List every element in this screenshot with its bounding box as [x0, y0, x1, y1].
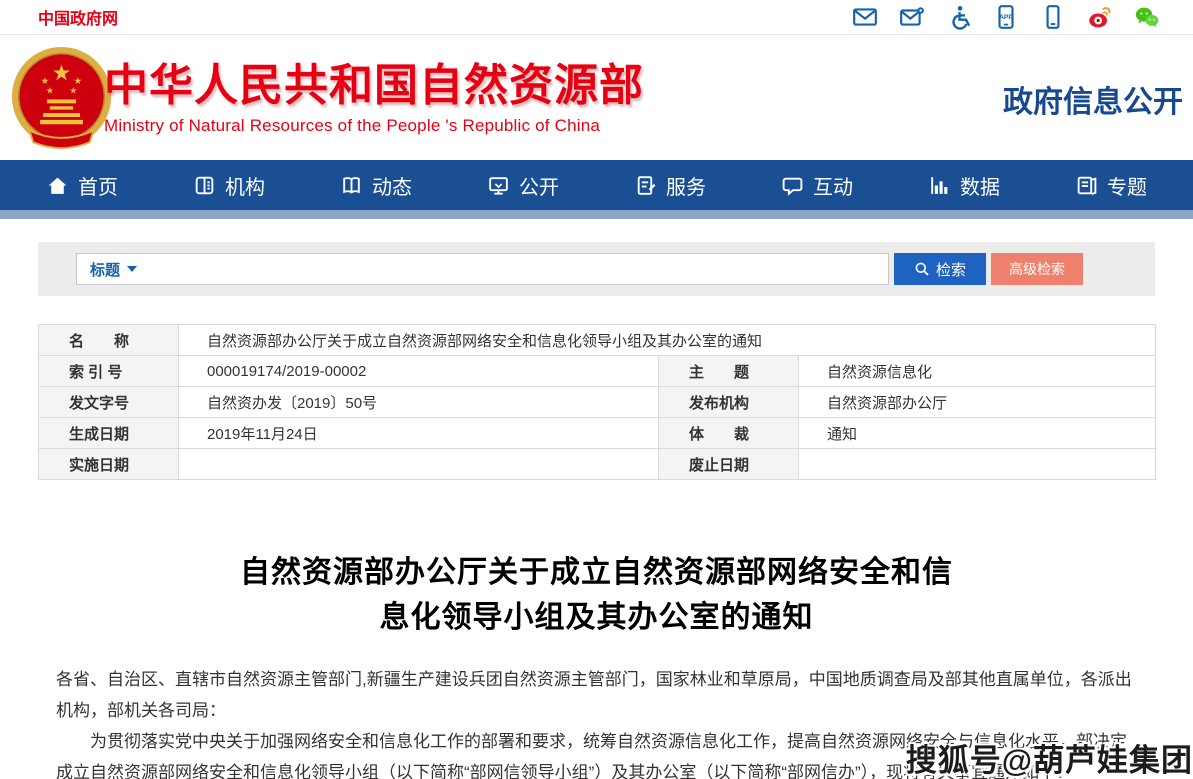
doc-number-value: 自然资办发〔2019〕50号: [179, 387, 659, 418]
app-icon[interactable]: APP: [993, 4, 1019, 30]
subject-value: 自然资源信息化: [799, 356, 1156, 387]
gov-info-disclosure-title: 政府信息公开: [1003, 77, 1183, 121]
article-title-line: 自然资源部办公厅关于成立自然资源部网络安全和信: [56, 550, 1137, 595]
nav-item-home[interactable]: 首页: [46, 171, 118, 200]
table-row: 实施日期 废止日期: [39, 449, 1156, 480]
gov-portal-link[interactable]: 中国政府网: [38, 5, 118, 29]
nav-item-topics[interactable]: 专题: [1075, 171, 1147, 200]
genre-value: 通知: [799, 418, 1156, 449]
search-button-label: 检索: [936, 259, 966, 280]
index-number-label: 索 引 号: [39, 356, 179, 387]
caret-down-icon[interactable]: [127, 266, 137, 272]
svg-text:★: ★: [69, 86, 77, 96]
nav-label: 首页: [78, 171, 118, 200]
nav-label: 互动: [813, 171, 853, 200]
accessibility-icon[interactable]: [946, 4, 972, 30]
index-number-value: 000019174/2019-00002: [179, 356, 659, 387]
issuing-agency-value: 自然资源部办公厅: [799, 387, 1156, 418]
interact-chat-icon: [781, 174, 804, 197]
name-value: 自然资源部办公厅关于成立自然资源部网络安全和信息化领导小组及其办公室的通知: [179, 325, 1156, 356]
subject-label: 主 题: [659, 356, 799, 387]
national-emblem-logo[interactable]: ★ ★ ★ ★: [8, 45, 115, 152]
nav-item-disclosure[interactable]: 公开: [487, 171, 559, 200]
site-header: ★ ★ ★ ★ 中华人民共和国自然资源部 Ministry of Natural…: [0, 35, 1193, 160]
main-nav: 首页 机构 动态 公开 服务 互动 数据 专题: [0, 160, 1193, 210]
mail-settings-icon[interactable]: [899, 4, 925, 30]
organization-icon: [193, 174, 216, 197]
nav-label: 服务: [666, 171, 706, 200]
created-date-value: 2019年11月24日: [179, 418, 659, 449]
effective-date-value: [179, 449, 659, 480]
search-input[interactable]: 标题: [76, 253, 889, 285]
sohu-watermark: 搜狐号@葫芦娃集团: [906, 735, 1193, 779]
created-date-label: 生成日期: [39, 418, 179, 449]
weibo-icon[interactable]: [1087, 4, 1113, 30]
name-label: 名 称: [39, 325, 179, 356]
svg-text:★: ★: [46, 86, 54, 96]
genre-label: 体 裁: [659, 418, 799, 449]
article-title: 自然资源部办公厅关于成立自然资源部网络安全和信 息化领导小组及其办公室的通知: [56, 550, 1137, 640]
table-row: 索 引 号 000019174/2019-00002 主 题 自然资源信息化: [39, 356, 1156, 387]
search-icon: [914, 261, 930, 277]
nav-label: 专题: [1107, 171, 1147, 200]
article-title-line: 息化领导小组及其办公室的通知: [56, 595, 1137, 640]
table-row: 发文字号 自然资办发〔2019〕50号 发布机构 自然资源部办公厅: [39, 387, 1156, 418]
topics-book-icon: [1075, 174, 1098, 197]
topbar: 中国政府网 APP: [0, 0, 1193, 35]
article-paragraph: 各省、自治区、直辖市自然资源主管部门,新疆生产建设兵团自然资源主管部门，国家林业…: [56, 664, 1137, 726]
issuing-agency-label: 发布机构: [659, 387, 799, 418]
search-button[interactable]: 检索: [894, 253, 986, 285]
search-section: 标题 检索 高级检索: [38, 242, 1155, 296]
service-clipboard-icon: [634, 174, 657, 197]
ministry-title-cn: 中华人民共和国自然资源部: [104, 49, 644, 113]
repeal-date-label: 废止日期: [659, 449, 799, 480]
nav-item-services[interactable]: 服务: [634, 171, 706, 200]
nav-item-organization[interactable]: 机构: [193, 171, 265, 200]
nav-item-interaction[interactable]: 互动: [781, 171, 853, 200]
wechat-icon[interactable]: [1134, 4, 1160, 30]
nav-label: 数据: [960, 171, 1000, 200]
nav-item-news[interactable]: 动态: [340, 171, 412, 200]
topbar-icons: APP: [852, 4, 1160, 30]
doc-number-label: 发文字号: [39, 387, 179, 418]
disclosure-monitor-icon: [487, 174, 510, 197]
mobile-phone-icon[interactable]: [1040, 4, 1066, 30]
repeal-date-value: [799, 449, 1156, 480]
document-info-table: 名 称 自然资源部办公厅关于成立自然资源部网络安全和信息化领导小组及其办公室的通…: [38, 324, 1156, 480]
svg-text:APP: APP: [999, 14, 1013, 21]
data-chart-icon: [928, 174, 951, 197]
advanced-search-button[interactable]: 高级检索: [991, 253, 1083, 285]
effective-date-label: 实施日期: [39, 449, 179, 480]
nav-label: 动态: [372, 171, 412, 200]
nav-accent-strip: [0, 210, 1193, 219]
news-book-icon: [340, 174, 363, 197]
page: 中国政府网 APP: [0, 0, 1193, 779]
home-icon: [46, 174, 69, 197]
nav-label: 公开: [519, 171, 559, 200]
nav-label: 机构: [225, 171, 265, 200]
header-titles: 中华人民共和国自然资源部 Ministry of Natural Resourc…: [104, 49, 644, 136]
nav-item-data[interactable]: 数据: [928, 171, 1000, 200]
table-row: 名 称 自然资源部办公厅关于成立自然资源部网络安全和信息化领导小组及其办公室的通…: [39, 325, 1156, 356]
search-field-selector[interactable]: 标题: [90, 259, 120, 280]
mail-icon[interactable]: [852, 4, 878, 30]
table-row: 生成日期 2019年11月24日 体 裁 通知: [39, 418, 1156, 449]
ministry-title-en: Ministry of Natural Resources of the Peo…: [104, 116, 644, 136]
